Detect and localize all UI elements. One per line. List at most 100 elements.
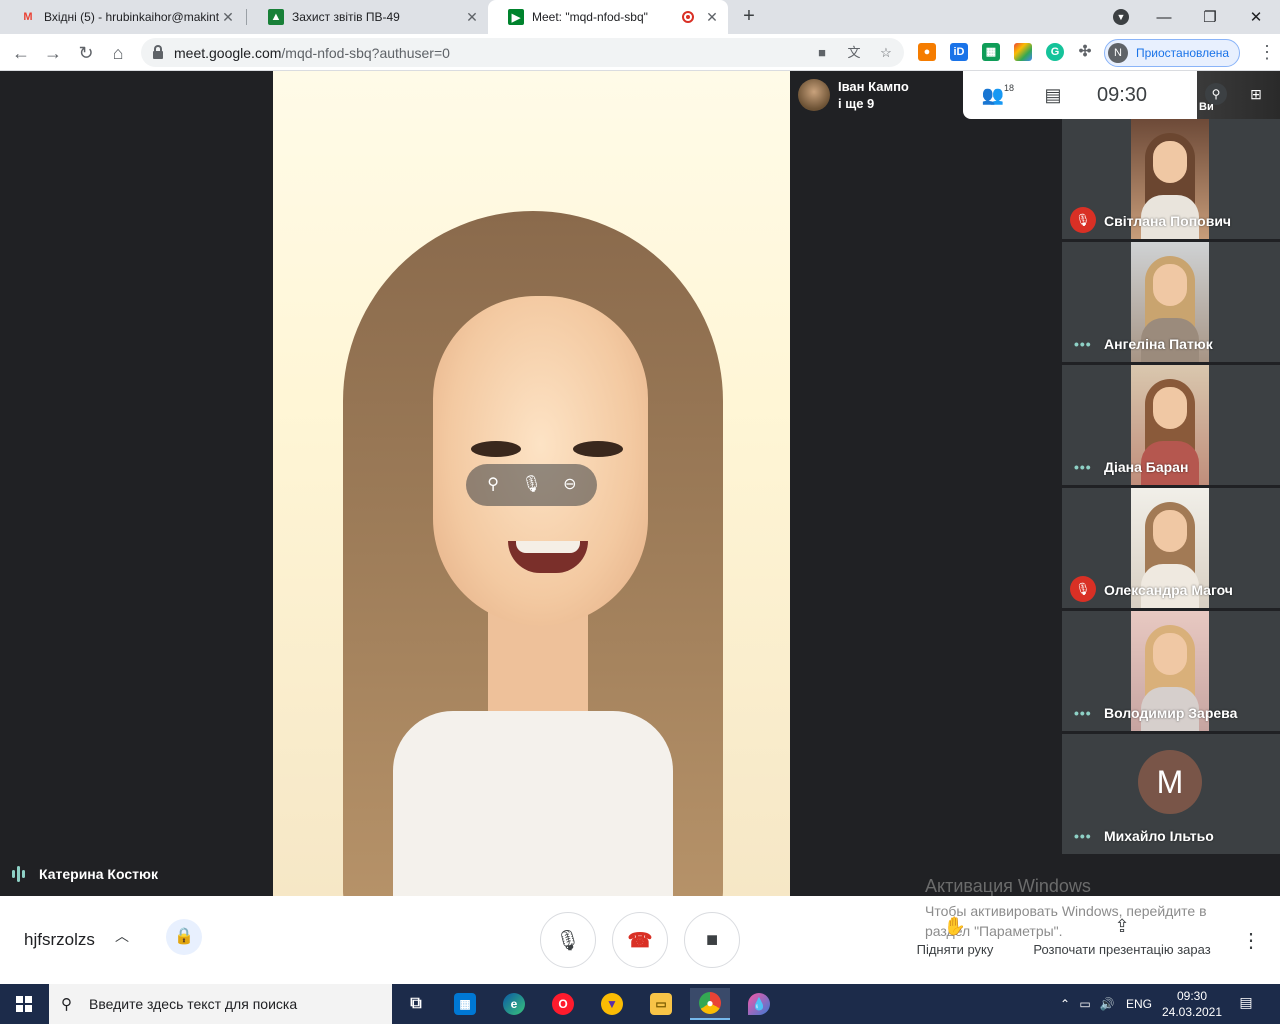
folder-icon: ▭ [650,993,672,1015]
extension-id-icon[interactable]: iD [950,43,968,61]
participant-tile[interactable]: ••• Діана Баран [1062,365,1280,485]
start-button[interactable] [0,984,48,1024]
participant-tile[interactable]: ••• Ангеліна Патюк [1062,242,1280,362]
lock-icon[interactable] [153,45,163,59]
host-controls-shield-icon[interactable]: 🔒 [166,919,202,955]
chat-button[interactable]: ▤ [1023,71,1083,119]
profile-button[interactable]: N Приостановлена [1104,39,1240,67]
participant-name: Діана Баран [1104,459,1189,475]
participants-button[interactable]: 👥 18 [963,71,1023,119]
taskbar-date: 24.03.2021 [1161,1005,1223,1019]
opera-icon: O [552,993,574,1015]
mic-icon: 🎙 [555,929,581,952]
yellow-browser-icon: ▼ [601,993,623,1015]
speaking-dots-icon: ••• [1074,705,1092,721]
tab-gmail[interactable]: M Вхідні (5) - hrubinkaihor@makint ✕ [0,0,244,34]
more-options-icon[interactable]: ⋮ [1241,928,1261,953]
pin-icon[interactable]: ⚲ [481,473,505,497]
bookmark-star-icon[interactable]: ☆ [876,43,896,63]
chevron-up-icon[interactable]: ︿ [112,926,132,946]
maximize-button[interactable]: ❐ [1187,0,1233,34]
network-icon[interactable]: ▭ [1074,997,1096,1011]
task-view-button[interactable]: ⧉ [396,988,436,1020]
people-icon: 👥 [981,84,1005,105]
mic-icon[interactable]: 🎙 [519,473,543,497]
notifications-icon[interactable]: ▤ [1236,994,1256,1014]
taskbar-search-placeholder: Введите здесь текст для поиска [89,996,298,1012]
participant-tile[interactable]: M ••• Михайло Ільтьо [1062,734,1280,854]
opera-button[interactable]: O [543,988,583,1020]
leave-call-button[interactable]: ☎ [612,912,668,968]
file-explorer-button[interactable]: ▭ [641,988,681,1020]
taskbar-search[interactable]: ⚲ Введите здесь текст для поиска [49,984,392,1024]
participant-tile[interactable]: 🎙 Олександра Магоч [1062,488,1280,608]
language-indicator[interactable]: ENG [1126,997,1152,1011]
meet-icon: ▶ [508,9,524,25]
audio-level-icon [12,866,27,882]
browser-toolbar: ← → ↻ ⌂ meet.google.com/mqd-nfod-sbq?aut… [0,34,1280,71]
reload-button[interactable]: ↻ [73,40,99,66]
extension-icon[interactable]: ● [918,43,936,61]
tile-hover-controls: ⚲ 🎙 ⊖ [466,464,597,506]
taskbar-clock[interactable]: 09:30 24.03.2021 [1161,988,1223,1020]
hang-up-icon: ☎ [627,929,653,952]
present-now-label: Розпочати презентацію зараз [1033,942,1211,957]
home-button[interactable]: ⌂ [105,40,131,66]
extension-colors-icon[interactable] [1014,43,1032,61]
store-button[interactable]: ▦ [445,988,485,1020]
raise-hand-button[interactable]: ✋ Підняти руку [912,916,998,957]
camera-button[interactable]: ■ [684,912,740,968]
video-person-eye [573,441,623,457]
grammarly-icon[interactable]: G [1046,43,1064,61]
extension-sheet-icon[interactable]: ▦ [982,43,1000,61]
close-tab-icon[interactable]: ✕ [464,9,480,25]
presenter-others: і ще 9 [838,96,875,111]
meeting-clock: 09:30 [1097,83,1148,106]
volume-icon[interactable]: 🔊 [1096,997,1118,1011]
main-video[interactable]: ⚲ 🎙 ⊖ [273,71,790,896]
recording-icon [682,11,694,23]
camera-permission-icon[interactable]: ■ [812,43,832,63]
present-now-button[interactable]: ⇪ Розпочати презентацію зараз [1026,916,1218,957]
tab-search-icon[interactable]: ▼ [1098,0,1144,34]
close-tab-icon[interactable]: ✕ [220,9,236,25]
extensions-puzzle-icon[interactable]: ✣ [1076,43,1094,61]
hand-icon: ✋ [943,916,967,936]
browser-app-button[interactable]: ▼ [592,988,632,1020]
muted-mic-icon: 🎙 [1070,576,1096,602]
mic-button[interactable]: 🎙 [540,912,596,968]
close-window-button[interactable]: ✕ [1233,0,1279,34]
edge-icon: e [503,993,525,1015]
browser-menu-icon[interactable]: ⋮ [1258,42,1276,63]
self-view-tile[interactable]: ⚲ ⊞ Ви [1197,71,1280,119]
meeting-code[interactable]: hjfsrzolzs [24,930,95,950]
store-icon: ▦ [454,993,476,1015]
address-bar[interactable]: meet.google.com/mqd-nfod-sbq?authuser=0 … [141,38,904,67]
layout-grid-icon[interactable]: ⊞ [1245,83,1267,105]
presenter-avatar [798,79,830,111]
close-tab-icon[interactable]: ✕ [704,9,720,25]
new-tab-button[interactable]: + [738,6,760,28]
paint-app-button[interactable]: 💧 [739,988,779,1020]
forward-button[interactable]: → [40,40,66,66]
video-person-teeth [516,541,580,553]
taskbar-time: 09:30 [1176,989,1208,1003]
participant-name: Володимир Зарева [1104,705,1238,721]
participant-name: Михайло Ільтьо [1104,828,1214,844]
activation-title: Активация Windows [925,876,1091,896]
participant-tile[interactable]: ••• Володимир Зарева [1062,611,1280,731]
participant-tile[interactable]: 🎙 Світлана Попович [1062,119,1280,239]
show-hidden-icons-icon[interactable]: ⌃ [1056,997,1074,1011]
chrome-icon: ● [699,992,721,1014]
translate-icon[interactable]: 文 [844,43,864,63]
participant-name: Ангеліна Патюк [1104,336,1213,352]
edge-button[interactable]: e [494,988,534,1020]
speaking-dots-icon: ••• [1074,336,1092,352]
tab-meet[interactable]: ▶ Meet: "mqd-nfod-sbq" ✕ [488,0,728,34]
minimize-button[interactable]: — [1141,0,1187,34]
remove-icon[interactable]: ⊖ [558,473,582,497]
presenter-tile[interactable]: Іван Кампо і ще 9 [790,71,963,119]
chrome-button[interactable]: ● [690,988,730,1020]
tab-classroom[interactable]: ▲ Захист звітів ПВ-49 ✕ [248,0,488,34]
back-button[interactable]: ← [8,40,34,66]
